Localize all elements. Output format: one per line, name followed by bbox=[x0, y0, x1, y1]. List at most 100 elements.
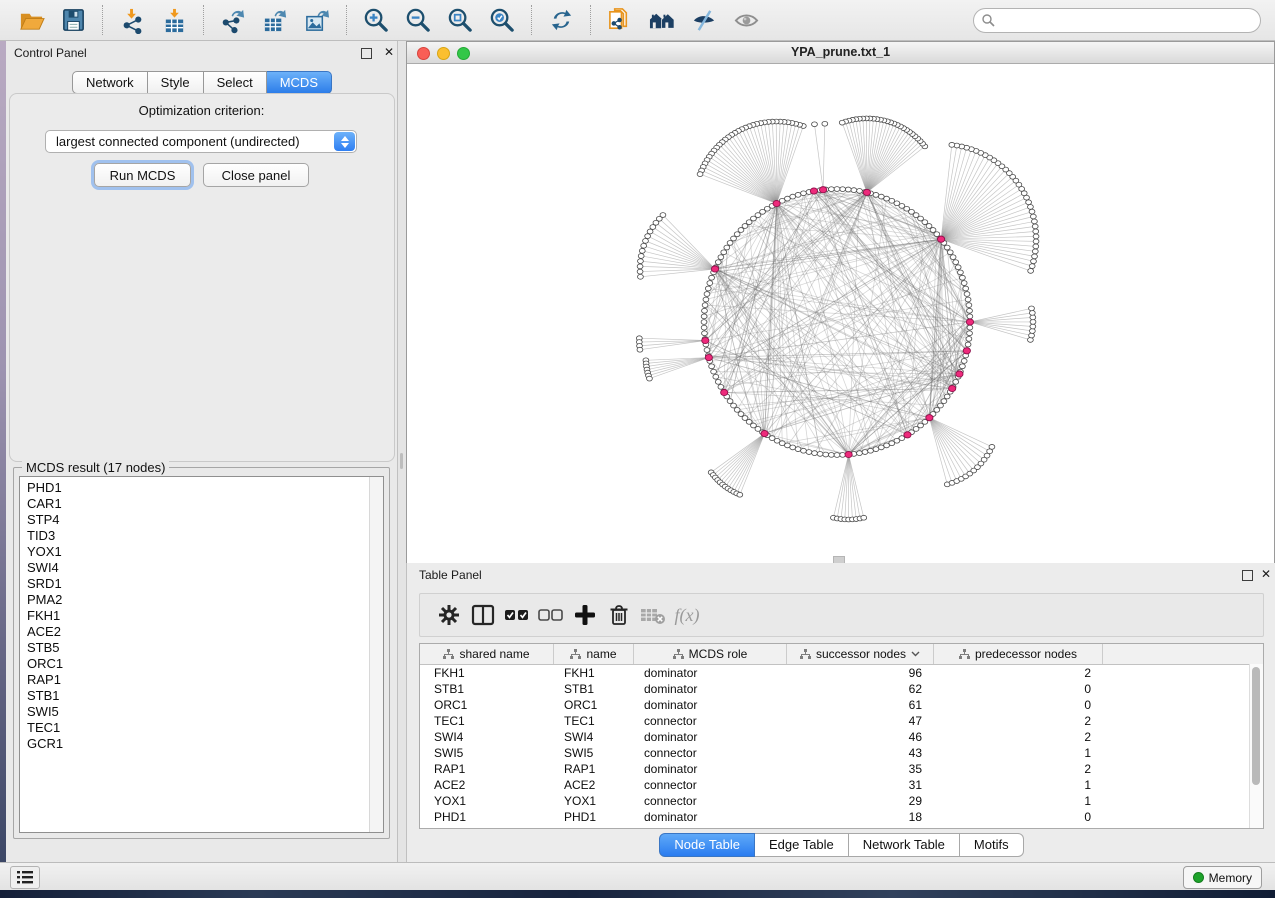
graph-node[interactable] bbox=[806, 450, 812, 455]
export-image-icon[interactable] bbox=[302, 5, 332, 35]
graph-node[interactable] bbox=[823, 452, 829, 457]
graph-leaf-node[interactable] bbox=[812, 122, 818, 127]
graph-node[interactable] bbox=[709, 364, 715, 369]
table-cell[interactable]: 1 bbox=[934, 746, 1103, 760]
refresh-icon[interactable] bbox=[546, 5, 576, 35]
graph-node[interactable] bbox=[731, 236, 737, 241]
table-cell[interactable]: 1 bbox=[934, 778, 1103, 792]
graph-node[interactable] bbox=[727, 241, 733, 246]
graph-node[interactable] bbox=[851, 188, 857, 193]
graph-node[interactable] bbox=[857, 451, 863, 456]
table-cell[interactable]: FKH1 bbox=[420, 666, 554, 680]
graph-node[interactable] bbox=[734, 232, 740, 237]
graph-node[interactable] bbox=[713, 374, 719, 379]
graph-leaf-node[interactable] bbox=[637, 347, 643, 352]
graph-node[interactable] bbox=[857, 189, 863, 194]
graph-node[interactable] bbox=[701, 320, 707, 325]
graph-node[interactable] bbox=[834, 453, 840, 458]
table-cell[interactable]: TEC1 bbox=[420, 714, 554, 728]
table-cell[interactable]: STB1 bbox=[554, 682, 634, 696]
tab-style[interactable]: Style bbox=[148, 71, 204, 94]
table-cell[interactable]: TEC1 bbox=[554, 714, 634, 728]
table-cell[interactable]: 18 bbox=[787, 810, 934, 824]
graph-node[interactable] bbox=[950, 255, 956, 260]
graph-node[interactable] bbox=[704, 292, 710, 297]
graph-node[interactable] bbox=[724, 245, 730, 250]
graph-mcds-hub-node[interactable] bbox=[863, 189, 870, 195]
table-row[interactable]: SWI5SWI5connector431 bbox=[420, 745, 1263, 761]
zoom-in-icon[interactable] bbox=[361, 5, 391, 35]
graph-leaf-node[interactable] bbox=[637, 269, 643, 274]
select-all-checkboxes-icon[interactable] bbox=[500, 598, 534, 632]
graph-leaf-node[interactable] bbox=[989, 444, 995, 449]
mcds-result-item[interactable]: TEC1 bbox=[20, 720, 383, 736]
close-panel-icon[interactable]: ✕ bbox=[384, 45, 394, 59]
tab-network[interactable]: Network bbox=[72, 71, 148, 94]
graph-node[interactable] bbox=[958, 270, 964, 275]
table-cell[interactable]: SWI4 bbox=[420, 730, 554, 744]
graph-node[interactable] bbox=[795, 192, 801, 197]
graph-leaf-node[interactable] bbox=[1029, 333, 1035, 338]
share-document-icon[interactable] bbox=[605, 5, 635, 35]
graph-node[interactable] bbox=[963, 286, 969, 291]
graph-leaf-node[interactable] bbox=[1031, 259, 1037, 264]
graph-leaf-node[interactable] bbox=[1033, 239, 1039, 244]
graph-node[interactable] bbox=[707, 281, 713, 286]
table-cell[interactable]: 2 bbox=[934, 730, 1103, 744]
zoom-selected-icon[interactable] bbox=[487, 5, 517, 35]
optimization-criterion-select[interactable]: largest connected component (undirected) bbox=[45, 130, 357, 153]
graph-node[interactable] bbox=[817, 452, 823, 457]
tab-select[interactable]: Select bbox=[204, 71, 267, 94]
graph-node[interactable] bbox=[967, 314, 973, 319]
mcds-result-item[interactable]: SWI5 bbox=[20, 704, 383, 720]
graph-leaf-node[interactable] bbox=[1032, 249, 1038, 254]
graph-leaf-node[interactable] bbox=[638, 259, 644, 264]
mcds-result-item[interactable]: SRD1 bbox=[20, 576, 383, 592]
mcds-result-item[interactable]: ORC1 bbox=[20, 656, 383, 672]
tab-mcds[interactable]: MCDS bbox=[267, 71, 332, 94]
settings-gear-icon[interactable] bbox=[432, 598, 466, 632]
graph-mcds-hub-node[interactable] bbox=[956, 371, 963, 377]
graph-mcds-hub-node[interactable] bbox=[810, 188, 817, 194]
graph-mcds-hub-node[interactable] bbox=[711, 266, 718, 272]
table-cell[interactable]: 1 bbox=[934, 794, 1103, 808]
float-window-icon[interactable] bbox=[361, 48, 372, 59]
graph-node[interactable] bbox=[934, 407, 940, 412]
table-cell[interactable]: connector bbox=[634, 794, 787, 808]
memory-button[interactable]: Memory bbox=[1183, 866, 1262, 889]
table-cell[interactable]: dominator bbox=[634, 810, 787, 824]
mcds-result-item[interactable]: YOX1 bbox=[20, 544, 383, 560]
graph-mcds-hub-node[interactable] bbox=[966, 319, 973, 325]
graph-node[interactable] bbox=[955, 265, 961, 270]
delete-row-trash-icon[interactable] bbox=[602, 598, 636, 632]
graph-leaf-node[interactable] bbox=[639, 248, 645, 253]
table-cell[interactable]: 47 bbox=[787, 714, 934, 728]
graph-mcds-hub-node[interactable] bbox=[926, 415, 933, 421]
zoom-fit-icon[interactable] bbox=[445, 5, 475, 35]
graph-node[interactable] bbox=[960, 364, 966, 369]
graph-leaf-node[interactable] bbox=[647, 376, 653, 381]
graph-node[interactable] bbox=[967, 331, 973, 336]
table-cell[interactable]: connector bbox=[634, 746, 787, 760]
close-panel-icon[interactable]: ✕ bbox=[1261, 567, 1271, 581]
graph-node[interactable] bbox=[795, 447, 801, 452]
splitter-handle[interactable] bbox=[400, 453, 403, 469]
graph-leaf-node[interactable] bbox=[737, 492, 743, 497]
float-window-icon[interactable] bbox=[1242, 570, 1253, 581]
tab-network-table[interactable]: Network Table bbox=[849, 833, 960, 857]
table-cell[interactable]: ACE2 bbox=[554, 778, 634, 792]
graph-node[interactable] bbox=[845, 187, 851, 192]
graph-node[interactable] bbox=[840, 187, 846, 192]
network-canvas[interactable] bbox=[407, 64, 1274, 563]
table-cell[interactable]: 46 bbox=[787, 730, 934, 744]
column-header-name[interactable]: name bbox=[554, 644, 634, 664]
graph-mcds-hub-node[interactable] bbox=[721, 389, 728, 395]
graph-node[interactable] bbox=[965, 342, 971, 347]
graph-leaf-node[interactable] bbox=[1032, 254, 1038, 259]
graph-node[interactable] bbox=[944, 394, 950, 399]
table-cell[interactable]: RAP1 bbox=[420, 762, 554, 776]
graph-mcds-hub-node[interactable] bbox=[702, 337, 709, 343]
graph-node[interactable] bbox=[718, 255, 724, 260]
mcds-result-item[interactable]: PMA2 bbox=[20, 592, 383, 608]
graph-leaf-node[interactable] bbox=[1033, 244, 1039, 249]
